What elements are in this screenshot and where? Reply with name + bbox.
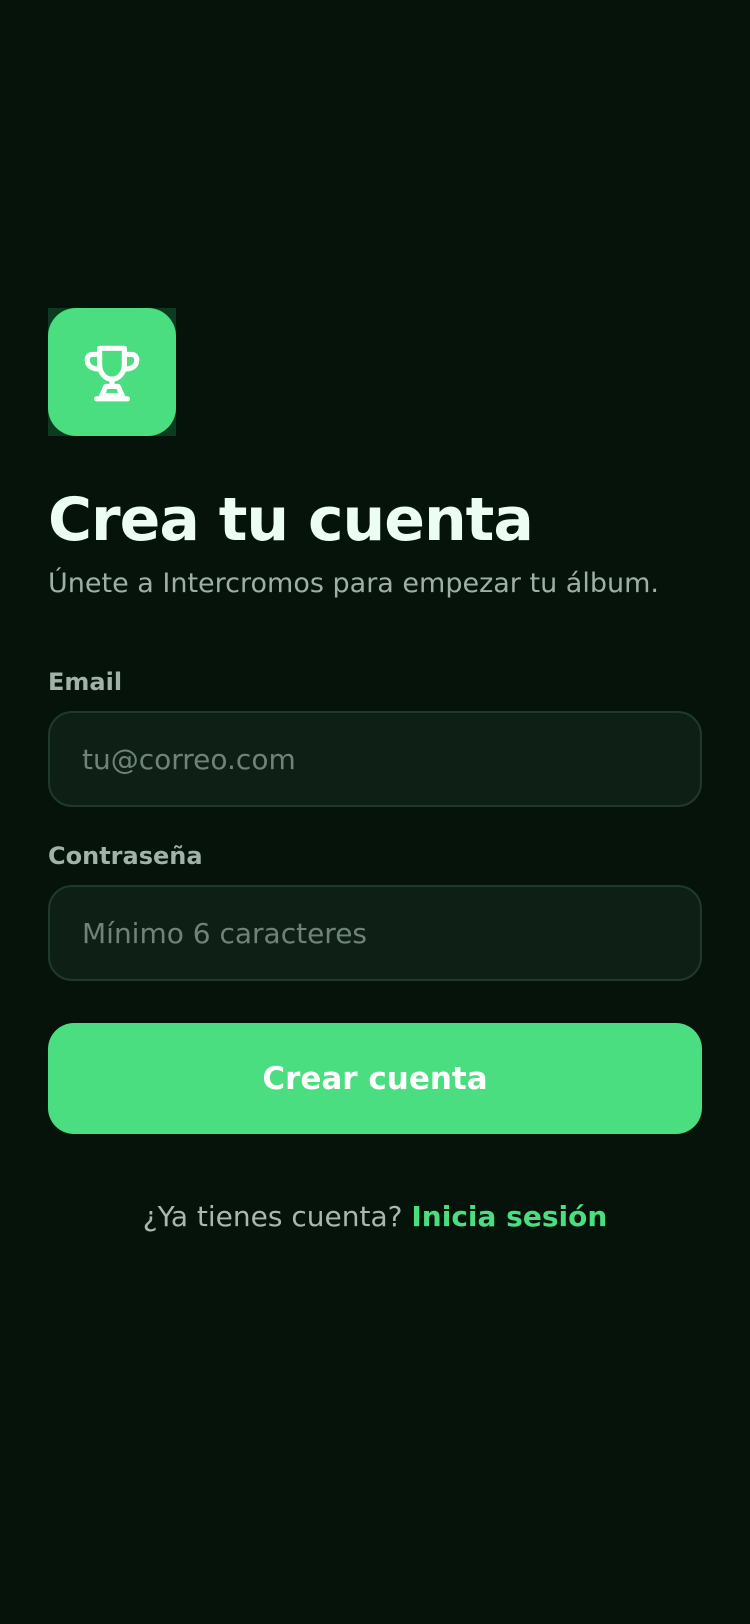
app-logo [48, 308, 176, 436]
password-label: Contraseña [48, 842, 203, 870]
create-account-button[interactable]: Crear cuenta [48, 1023, 702, 1134]
sign-in-link[interactable]: Inicia sesión [411, 1200, 607, 1233]
email-field[interactable] [48, 711, 702, 807]
login-prompt-text: ¿Ya tienes cuenta? [142, 1200, 403, 1233]
page-title: Crea tu cuenta [48, 485, 534, 555]
password-field[interactable] [48, 885, 702, 981]
login-prompt: ¿Ya tienes cuenta? Inicia sesión [0, 1199, 750, 1235]
page-subtitle: Únete a Intercromos para empezar tu álbu… [48, 568, 659, 599]
create-account-screen: Crea tu cuenta Únete a Intercromos para … [0, 0, 750, 1624]
trophy-icon [84, 345, 140, 402]
app-logo-container [48, 308, 176, 436]
email-label: Email [48, 668, 123, 696]
